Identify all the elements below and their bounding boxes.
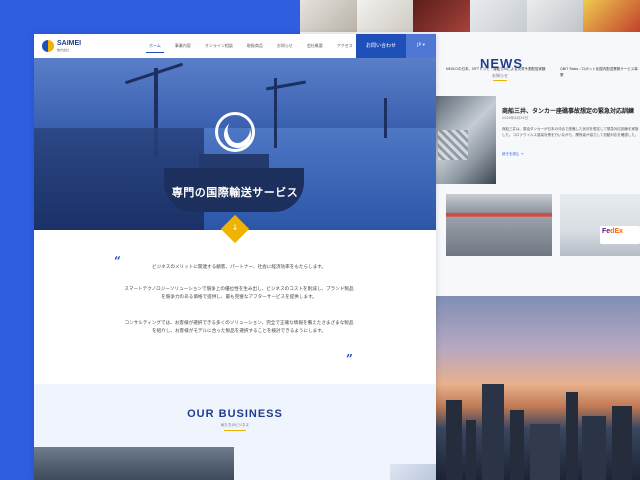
nav-item-home[interactable]: ホーム <box>142 43 168 53</box>
language-selector[interactable]: JP ▾ <box>406 34 436 58</box>
business-subtitle: 私たちのビジネス <box>221 423 249 427</box>
saimei-logo-icon[interactable] <box>42 40 54 52</box>
news-feature-date: 2020年8月24日 <box>502 116 529 120</box>
business-image-secondary <box>390 464 436 480</box>
news-feature-image[interactable] <box>434 96 496 184</box>
intro-paragraph-2: スマートテクノロジーソリューションで競争上の優位性を生み出し、ビジネスのコストを… <box>124 287 354 301</box>
logo-subtext: 株式会社 <box>57 48 70 52</box>
intro-section: “ ビジネスのメリットに関連する顧客、パートナー、社会に経済効率をもたらします。… <box>34 230 436 384</box>
logo-text[interactable]: SAIMEI <box>57 40 81 47</box>
news-subtitle: お知らせ <box>492 73 508 78</box>
news-card-caption: QBIT Robo／ロボット化国内配送業務サービス事業 <box>560 67 638 77</box>
business-section: OUR BUSINESS 私たちのビジネス <box>34 384 436 480</box>
nav-item-business[interactable]: 事業内容 <box>168 43 198 53</box>
news-card-image <box>560 194 640 256</box>
hero-banner: 専門の国際輸送サービス <box>34 58 436 230</box>
main-nav: ホーム 事業内容 オンライン相談 取扱商品 お知らせ 会社概要 アクセス <box>142 43 360 53</box>
hero-title: 専門の国際輸送サービス <box>171 186 299 199</box>
news-card-image <box>446 194 552 256</box>
nav-item-company[interactable]: 会社概要 <box>300 43 330 53</box>
contact-button[interactable]: お問い合わせ <box>356 34 406 58</box>
crane-shape <box>266 80 306 91</box>
city-skyline-photo <box>436 296 640 480</box>
news-card[interactable] <box>560 194 640 256</box>
top-photo-strip <box>300 0 640 32</box>
news-underline <box>493 80 507 81</box>
site-header: SAIMEI 株式会社 ホーム 事業内容 オンライン相談 取扱商品 お知らせ 会… <box>34 34 436 58</box>
news-card[interactable] <box>446 194 552 256</box>
nav-item-products[interactable]: 取扱商品 <box>240 43 270 53</box>
fedex-logo: FedEx <box>602 228 624 235</box>
intro-paragraph-3: コンサルティングでは、お客様が選択できる多くのソリューション、完全で正確な情報を… <box>124 321 354 335</box>
intro-paragraph-1: ビジネスのメリットに関連する顧客、パートナー、社会に経済効率をもたらします。 <box>151 265 327 270</box>
news-feature-body: 商船三井は、原油タンカーが日本の沖合で座礁した状況を想定して緊急対応訓練を実施し… <box>502 127 639 137</box>
business-image <box>34 447 234 480</box>
news-card-caption: NEXCO中日本、NTTドコモ「運転でAIによる渋滞予測配信実験 <box>446 67 546 71</box>
business-title: OUR BUSINESS <box>187 408 283 420</box>
news-feature-title[interactable]: 商船三井、タンカー座礁事故想定の緊急対応訓練 <box>502 106 640 115</box>
close-quote-icon: ” <box>346 352 353 366</box>
open-quote-icon: “ <box>114 254 121 268</box>
website-page: SAIMEI 株式会社 ホーム 事業内容 オンライン相談 取扱商品 お知らせ 会… <box>34 34 436 480</box>
nav-item-online-consult[interactable]: オンライン相談 <box>198 43 240 53</box>
news-read-more-link[interactable]: 続きを読む → <box>502 152 524 157</box>
business-underline <box>224 430 246 431</box>
nav-item-news[interactable]: お知らせ <box>270 43 300 53</box>
hero-logo-icon <box>215 112 255 152</box>
crane-shape <box>384 98 387 138</box>
chevron-down-icon: ↓ <box>231 223 239 232</box>
